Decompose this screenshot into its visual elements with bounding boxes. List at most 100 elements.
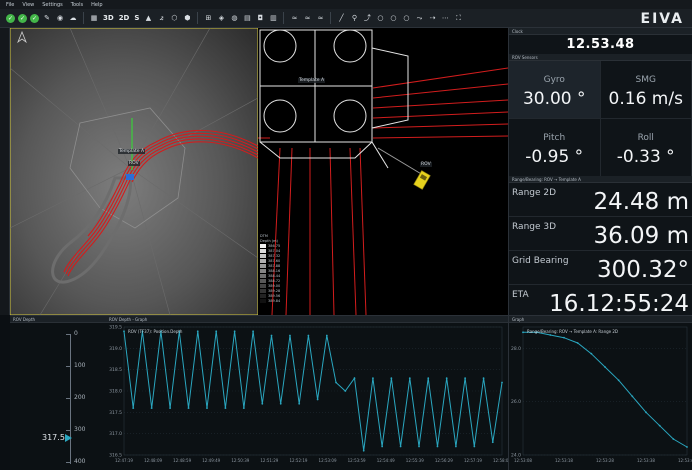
data-point: [233, 330, 236, 333]
globe-icon[interactable]: ◍: [229, 13, 239, 23]
x-tick-label: 12:53:28: [596, 458, 614, 463]
y-tick-label: 317.0: [109, 431, 122, 437]
menu-file[interactable]: File: [6, 2, 14, 8]
grid-icon[interactable]: ▦: [89, 13, 99, 23]
grid-view-icon[interactable]: ⊞: [203, 13, 213, 23]
sensor-value: -0.95 °: [525, 147, 584, 167]
status-ok-icon[interactable]: ✓: [6, 13, 15, 23]
path-tool-icon[interactable]: ⤳: [414, 13, 424, 23]
view-s-button[interactable]: S: [133, 14, 140, 22]
wave-icon[interactable]: ≈: [302, 13, 312, 23]
measure-icon[interactable]: ⦨: [156, 13, 166, 23]
x-tick-label: 12:58:09: [493, 458, 508, 463]
data-point: [418, 445, 420, 448]
menu-help[interactable]: Help: [91, 2, 102, 8]
data-point: [224, 407, 227, 409]
circle-tool-icon[interactable]: ○: [401, 13, 411, 23]
data-point: [123, 330, 125, 333]
circle-tool-icon[interactable]: ○: [388, 13, 398, 23]
pen-icon[interactable]: ✎: [42, 13, 52, 23]
book-icon[interactable]: ▤: [242, 13, 252, 23]
data-point: [658, 424, 661, 427]
rov-sensors-panel: ROV Sensors Gyro 30.00 ° SMG 0.16 m/s Pi…: [508, 54, 692, 177]
menu-settings[interactable]: Settings: [42, 2, 63, 8]
data-point: [206, 407, 208, 409]
data-point: [215, 330, 218, 333]
rov-icon[interactable]: ◉: [55, 13, 65, 23]
status-ok-icon[interactable]: ✓: [18, 13, 27, 23]
menu-view[interactable]: View: [22, 2, 34, 8]
range-row-2d: Range 2D 24.48 m: [509, 183, 692, 217]
menu-tools[interactable]: Tools: [71, 2, 83, 8]
range-graph[interactable]: 28.026.024.012:53:08 12:53:18 12:53:28 12:5…: [509, 323, 692, 470]
sensor-smg[interactable]: SMG 0.16 m/s: [600, 61, 692, 119]
data-point: [353, 377, 356, 380]
y-tick-label: 319.0: [109, 346, 122, 352]
sensor-label: SMG: [635, 75, 656, 85]
view-2d-button[interactable]: 2D: [118, 14, 131, 22]
depth-pointer-icon: [65, 434, 72, 442]
range-graph-panel: Graph 28.0 26.0 24.0 12:53:08 12:53:18 12:53:…: [508, 315, 692, 470]
sensor-pitch[interactable]: Pitch -0.95 °: [509, 119, 601, 177]
range-value: 24.48 m: [593, 189, 689, 215]
dots-icon[interactable]: ⋯: [440, 13, 450, 23]
data-point: [464, 377, 467, 380]
sensor-gyro[interactable]: Gyro 30.00 °: [509, 61, 601, 119]
rov-model-icon: [126, 174, 134, 180]
menu-bar: File View Settings Tools Help: [0, 0, 692, 9]
status-ok-icon[interactable]: ✓: [30, 13, 39, 23]
data-point: [169, 407, 171, 409]
layers-icon[interactable]: ◈: [216, 13, 226, 23]
path-tool-icon[interactable]: ⇢: [427, 13, 437, 23]
data-point: [445, 377, 448, 380]
data-point: [399, 445, 402, 448]
x-tick-label: 12:53:09: [319, 458, 337, 463]
cube-icon[interactable]: ⬡: [169, 13, 179, 23]
view-3d-button[interactable]: 3D: [102, 14, 115, 22]
map-canvas[interactable]: [10, 28, 508, 315]
depth-scale-label: 300: [74, 426, 86, 433]
x-tick-label: 12:53:48: [678, 458, 692, 463]
wave-icon[interactable]: ≈: [289, 13, 299, 23]
data-point: [261, 402, 264, 405]
data-point: [150, 407, 153, 409]
line-tool-icon[interactable]: ╱: [336, 13, 346, 23]
data-point: [187, 407, 190, 409]
sensor-value: 0.16 m/s: [608, 89, 683, 109]
wave-icon[interactable]: ≈: [315, 13, 325, 23]
fullscreen-icon[interactable]: ⛶: [453, 13, 463, 23]
depth-scale-label: 200: [74, 394, 86, 401]
depth-graph[interactable]: 319.5319.0318.5318.0317.5317.0316.512:47…: [106, 323, 508, 470]
cloud-icon[interactable]: ☁: [68, 13, 78, 23]
camera-icon[interactable]: ◘: [255, 13, 265, 23]
x-tick-label: 12:56:29: [435, 458, 453, 463]
x-tick-label: 12:48:59: [173, 458, 191, 463]
depth-tick: [66, 366, 71, 367]
pin-icon[interactable]: ⚲: [349, 13, 359, 23]
range-label: Range 3D: [512, 222, 557, 232]
range-graph-title: Graph: [509, 316, 692, 323]
y-tick-label: 317.5: [109, 410, 122, 416]
legend-value: 389.00: [268, 284, 281, 288]
circle-tool-icon[interactable]: ○: [375, 13, 385, 23]
x-tick-label: 12:53:38: [637, 458, 655, 463]
sensors-title: ROV Sensors: [509, 54, 692, 61]
shield-icon[interactable]: ⬢: [182, 13, 192, 23]
plot-frame: [522, 326, 688, 456]
sensor-roll[interactable]: Roll -0.33 °: [600, 119, 692, 177]
curve-tool-icon[interactable]: ⤴: [362, 13, 372, 23]
range-label: Range 2D: [512, 188, 557, 198]
range-title: Range/Bearing: ROV → Template A: [509, 176, 692, 183]
data-point: [576, 342, 579, 344]
dtm-legend-title: DTM Depth (m): [260, 234, 278, 243]
legend-value: 388.44: [268, 274, 281, 278]
data-point: [672, 438, 675, 440]
left-dock-strip: [0, 28, 10, 315]
depth-tick: [66, 430, 71, 431]
map-view[interactable]: Template A ROV Template A ROV DTM Depth …: [10, 28, 508, 315]
depth-tick: [66, 462, 71, 463]
panel-icon[interactable]: ▥: [268, 13, 278, 23]
data-point: [686, 446, 688, 448]
north-arrow-icon[interactable]: ▲: [143, 13, 153, 23]
range-value: 16.12:55:24: [549, 291, 689, 317]
